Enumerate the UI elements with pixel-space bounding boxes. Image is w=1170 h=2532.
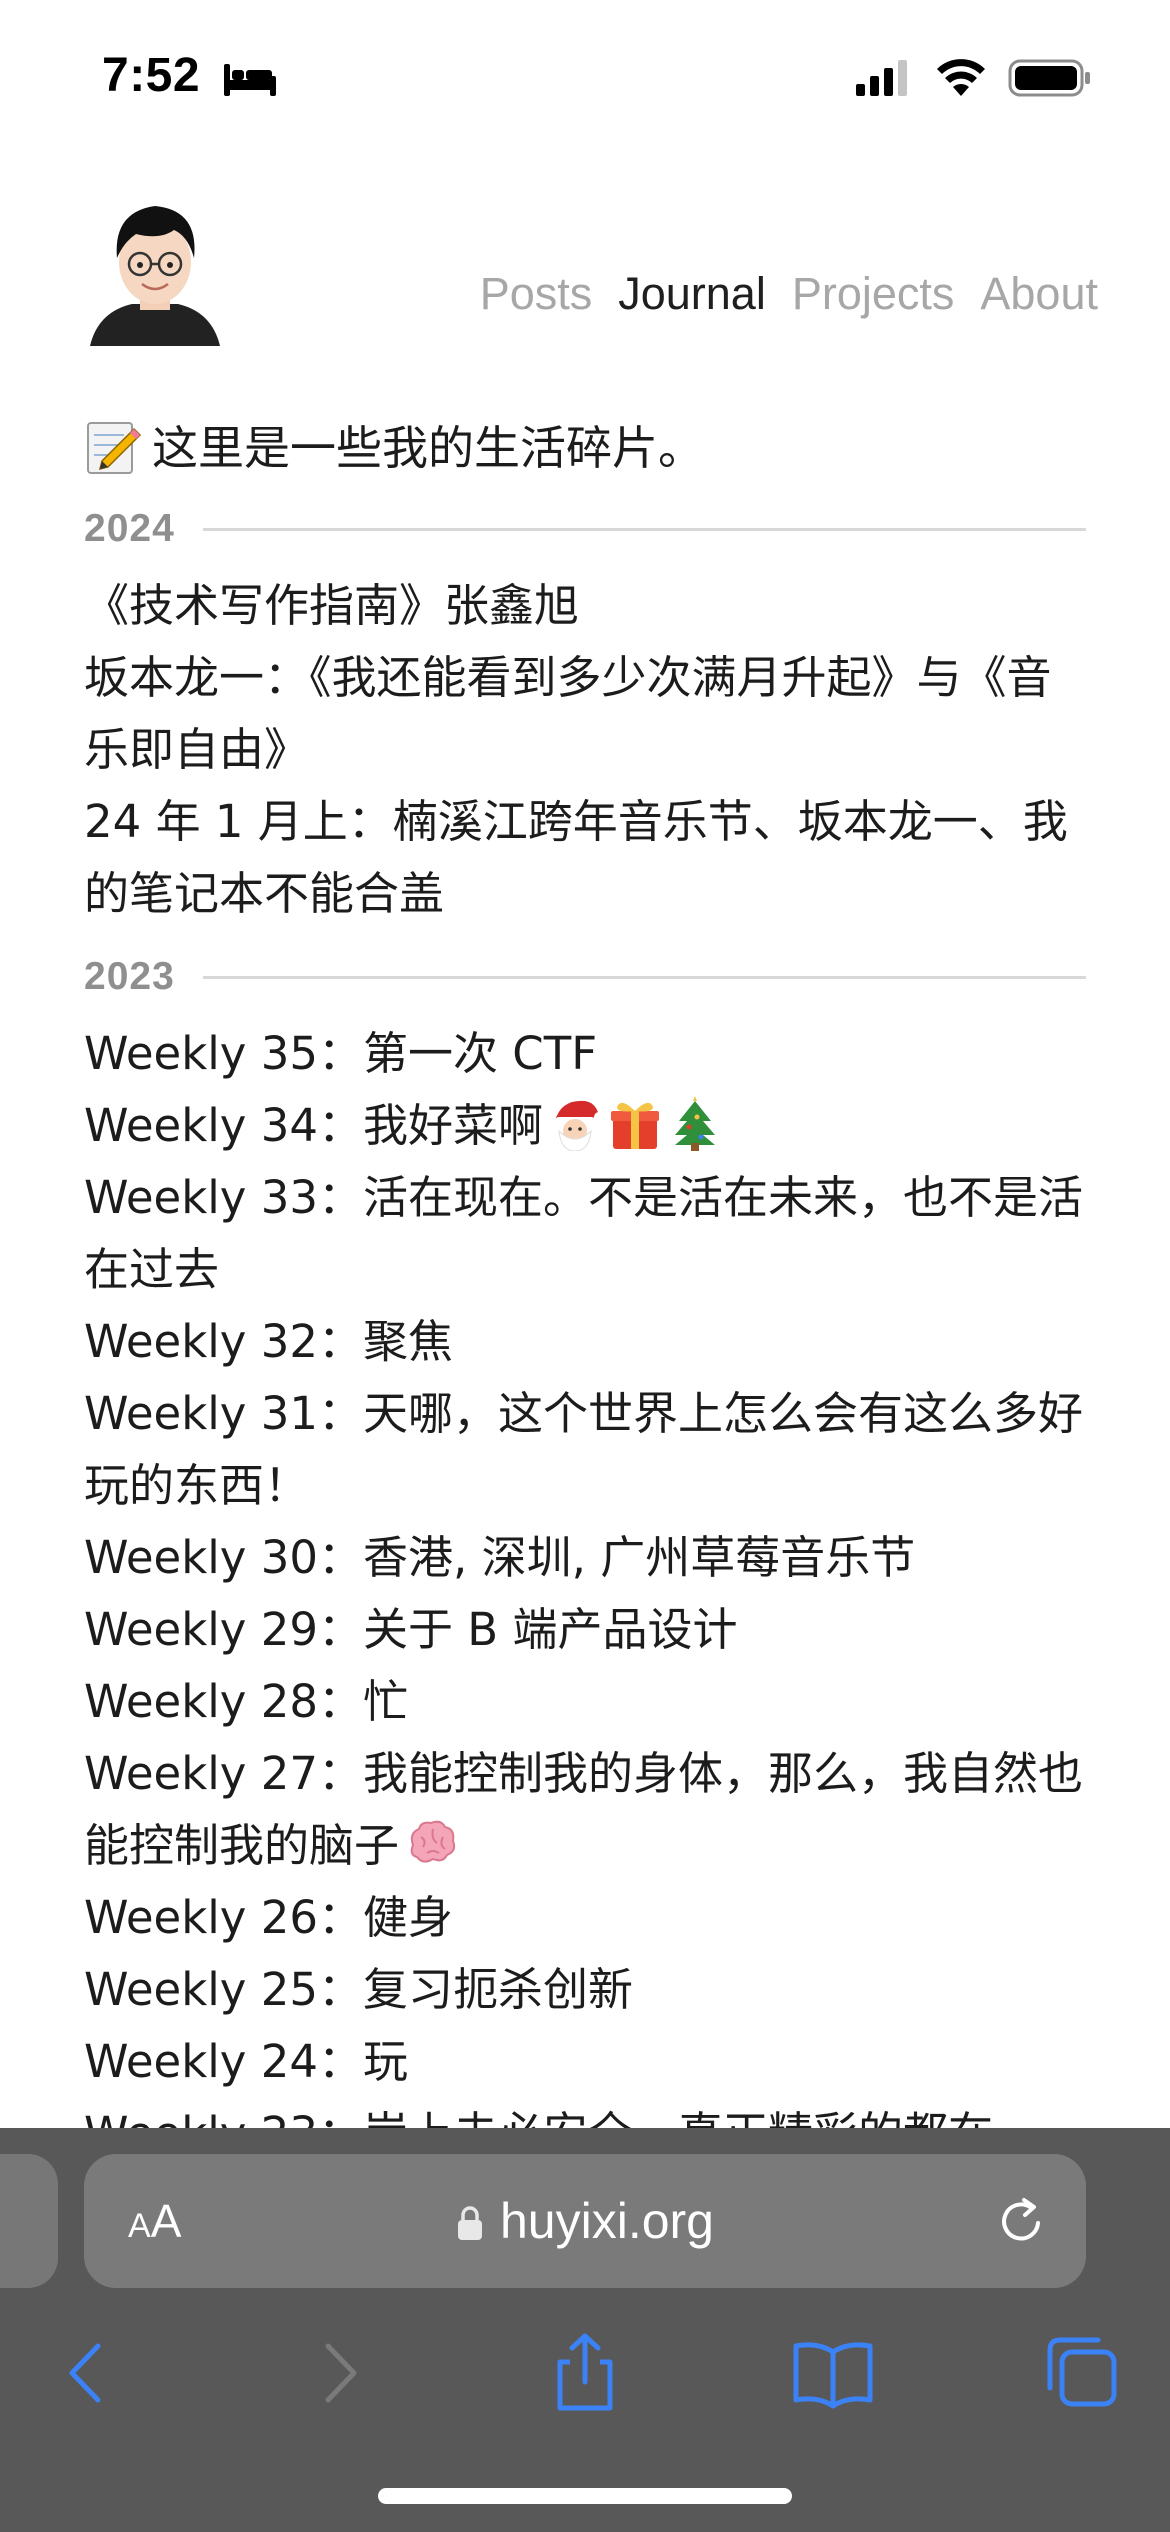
bookmarks-icon[interactable] — [788, 2328, 878, 2418]
post-list: Weekly 35：第一次 CTF Weekly 34：我好菜啊 Weekly … — [84, 1018, 1086, 2170]
nav-journal[interactable]: Journal — [618, 268, 766, 320]
journal-intro: 这里是一些我的生活碎片。 — [84, 410, 1086, 486]
nav-posts[interactable]: Posts — [480, 268, 593, 320]
tabs-icon[interactable] — [1036, 2328, 1126, 2418]
list-item[interactable]: Weekly 34：我好菜啊 — [84, 1090, 1086, 1162]
status-time: 7:52 — [102, 49, 201, 102]
list-item[interactable]: 《技术写作指南》张鑫旭 — [84, 570, 1086, 642]
year-divider: 2023 — [84, 936, 1086, 1018]
post-list: 《技术写作指南》张鑫旭 坂本龙一：《我还能看到多少次满月升起》与《音乐即自由》 … — [84, 570, 1086, 930]
list-item[interactable]: Weekly 28：忙 — [84, 1666, 1086, 1738]
list-item[interactable]: Weekly 32：聚焦 — [84, 1306, 1086, 1378]
post-link[interactable]: 坂本龙一：《我还能看到多少次满月升起》与《音乐即自由》 — [84, 651, 1052, 776]
memo-icon — [87, 422, 142, 474]
previous-tab-preview[interactable] — [0, 2154, 58, 2288]
post-link[interactable]: 24 年 1 月上：楠溪江跨年音乐节、坂本龙一、我的笔记本不能合盖 — [84, 795, 1068, 920]
status-bar: 7:52 — [0, 0, 1170, 150]
journal-content: 这里是一些我的生活碎片。 2024 《技术写作指南》张鑫旭 坂本龙一：《我还能看… — [84, 410, 1086, 2176]
list-item[interactable]: Weekly 31：天哪，这个世界上怎么会有这么多好玩的东西！ — [84, 1378, 1086, 1522]
christmas-tree-icon — [675, 1096, 715, 1151]
cellular-signal-icon — [856, 60, 907, 96]
nav-projects[interactable]: Projects — [792, 268, 955, 320]
list-item[interactable]: Weekly 26：健身 — [84, 1882, 1086, 1954]
main-nav: Posts Journal Projects About — [480, 268, 1098, 320]
back-icon[interactable] — [42, 2328, 132, 2418]
gift-icon — [611, 1102, 659, 1149]
post-link[interactable]: Weekly 33：活在现在。不是活在未来，也不是活在过去 — [84, 1171, 1083, 1296]
journal-intro-text: 这里是一些我的生活碎片。 — [152, 421, 704, 475]
list-item[interactable]: Weekly 35：第一次 CTF — [84, 1018, 1086, 1090]
post-link[interactable]: 《技术写作指南》张鑫旭 — [84, 579, 579, 632]
share-icon[interactable] — [540, 2328, 630, 2418]
year-rule — [202, 527, 1086, 531]
post-link[interactable]: Weekly 24：玩 — [84, 2035, 408, 2088]
year-rule — [202, 975, 1086, 979]
post-link[interactable]: Weekly 27：我能控制我的身体，那么，我自然也能控制我的脑子 — [84, 1747, 1083, 1872]
list-item[interactable]: Weekly 33：活在现在。不是活在未来，也不是活在过去 — [84, 1162, 1086, 1306]
forward-icon[interactable] — [294, 2328, 384, 2418]
year-label: 2023 — [84, 955, 175, 998]
battery-icon — [1008, 59, 1090, 97]
year-label: 2024 — [84, 507, 175, 550]
post-link[interactable]: Weekly 26：健身 — [84, 1891, 453, 1944]
post-link[interactable]: Weekly 30：香港, 深圳, 广州草莓音乐节 — [84, 1531, 915, 1584]
list-item[interactable]: Weekly 25：复习扼杀创新 — [84, 1954, 1086, 2026]
year-divider: 2024 — [84, 488, 1086, 570]
home-indicator — [378, 2488, 792, 2504]
nav-about[interactable]: About — [980, 268, 1098, 320]
wifi-icon — [937, 59, 985, 96]
url-display[interactable]: huyixi.org — [84, 2192, 1086, 2250]
post-link[interactable]: Weekly 25：复习扼杀创新 — [84, 1963, 633, 2016]
brain-icon — [410, 1820, 456, 1863]
list-item[interactable]: Weekly 24：玩 — [84, 2026, 1086, 2098]
list-item[interactable]: 24 年 1 月上：楠溪江跨年音乐节、坂本龙一、我的笔记本不能合盖 — [84, 786, 1086, 930]
post-link[interactable]: Weekly 32：聚焦 — [84, 1315, 453, 1368]
post-link[interactable]: Weekly 28：忙 — [84, 1675, 408, 1728]
santa-icon — [555, 1100, 603, 1151]
browser-toolbar: AA huyixi.org — [0, 2128, 1170, 2532]
list-item[interactable]: Weekly 30：香港, 深圳, 广州草莓音乐节 — [84, 1522, 1086, 1594]
sleep-focus-icon — [224, 64, 276, 96]
address-bar[interactable]: AA huyixi.org — [84, 2154, 1086, 2288]
post-link[interactable]: Weekly 31：天哪，这个世界上怎么会有这么多好玩的东西！ — [84, 1387, 1083, 1512]
list-item[interactable]: Weekly 29：关于 B 端产品设计 — [84, 1594, 1086, 1666]
url-text: huyixi.org — [500, 2193, 714, 2249]
post-link[interactable]: Weekly 34：我好菜啊 — [84, 1099, 543, 1152]
journal-screen: 7:52 Posts Journal Projects About 这里是一些我… — [0, 0, 1170, 2532]
avatar[interactable] — [88, 200, 222, 346]
reload-icon[interactable] — [994, 2194, 1048, 2248]
lock-icon — [458, 2206, 482, 2240]
post-link[interactable]: Weekly 29：关于 B 端产品设计 — [84, 1603, 737, 1656]
post-link[interactable]: Weekly 35：第一次 CTF — [84, 1027, 597, 1080]
list-item[interactable]: Weekly 27：我能控制我的身体，那么，我自然也能控制我的脑子 — [84, 1738, 1086, 1882]
list-item[interactable]: 坂本龙一：《我还能看到多少次满月升起》与《音乐即自由》 — [84, 642, 1086, 786]
